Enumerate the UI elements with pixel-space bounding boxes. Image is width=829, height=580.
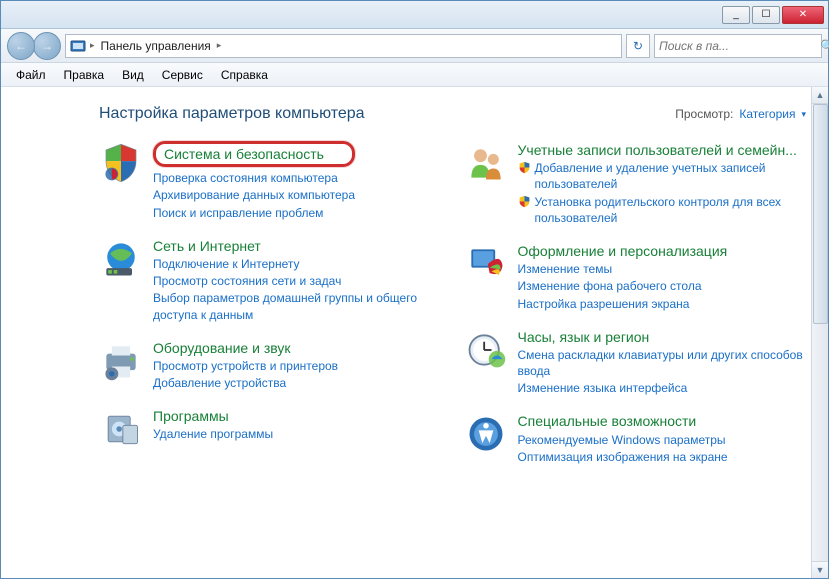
- heading-row: Настройка параметров компьютера Просмотр…: [99, 105, 806, 123]
- category-body: Учетные записи пользователей и семейн...…: [518, 141, 807, 226]
- category-body: Оформление и персонализация Изменение те…: [518, 242, 728, 312]
- category-title-link[interactable]: Программы: [153, 407, 273, 425]
- nav-buttons: ← →: [7, 32, 61, 60]
- control-panel-icon: [70, 38, 86, 54]
- category-accessibility: Специальные возможности Рекомендуемые Wi…: [464, 412, 807, 465]
- category-columns: Система и безопасность Проверка состояни…: [99, 141, 806, 465]
- category-title-link[interactable]: Специальные возможности: [518, 412, 728, 430]
- users-icon: [464, 141, 508, 185]
- category-body: Специальные возможности Рекомендуемые Wi…: [518, 412, 728, 465]
- task-link-text: Добавление и удаление учетных записей по…: [535, 160, 807, 192]
- refresh-button[interactable]: ↻: [626, 34, 650, 58]
- menu-view[interactable]: Вид: [113, 65, 153, 85]
- view-value[interactable]: Категория: [739, 107, 795, 121]
- category-hardware: Оборудование и звук Просмотр устройств и…: [99, 339, 442, 392]
- task-link[interactable]: Архивирование данных компьютера: [153, 187, 355, 203]
- category-title-link[interactable]: Часы, язык и регион: [518, 328, 807, 346]
- uac-shield-icon: [518, 195, 531, 208]
- shield-icon: [99, 141, 143, 185]
- task-link[interactable]: Добавление устройства: [153, 375, 338, 391]
- chevron-down-icon[interactable]: ▾: [801, 109, 806, 120]
- globe-icon: [99, 237, 143, 281]
- clock-icon: [464, 328, 508, 372]
- category-body: Система и безопасность Проверка состояни…: [153, 141, 355, 221]
- category-title-link[interactable]: Оформление и персонализация: [518, 242, 728, 260]
- menu-bar: Файл Правка Вид Сервис Справка: [1, 63, 828, 87]
- close-button[interactable]: ✕: [782, 6, 824, 24]
- category-clock: Часы, язык и регион Смена раскладки клав…: [464, 328, 807, 397]
- task-link-text: Установка родительского контроля для все…: [535, 194, 807, 226]
- menu-tools[interactable]: Сервис: [153, 65, 212, 85]
- vertical-scrollbar[interactable]: ▲ ▼: [811, 87, 828, 578]
- category-body: Оборудование и звук Просмотр устройств и…: [153, 339, 338, 392]
- menu-file[interactable]: Файл: [7, 65, 55, 85]
- search-box[interactable]: 🔍: [654, 34, 822, 58]
- task-link[interactable]: Рекомендуемые Windows параметры: [518, 432, 728, 448]
- breadcrumb-sep[interactable]: ▸: [217, 40, 222, 51]
- content-area: Настройка параметров компьютера Просмотр…: [1, 87, 828, 580]
- category-body: Часы, язык и регион Смена раскладки клав…: [518, 328, 807, 397]
- task-link[interactable]: Подключение к Интернету: [153, 256, 442, 272]
- titlebar: _ ☐ ✕: [1, 1, 828, 29]
- task-link[interactable]: Удаление программы: [153, 426, 273, 442]
- back-button[interactable]: ←: [7, 32, 35, 60]
- window-buttons: _ ☐ ✕: [722, 6, 824, 24]
- breadcrumb-sep: ▸: [90, 40, 95, 51]
- view-label: Просмотр:: [675, 107, 733, 121]
- maximize-button[interactable]: ☐: [752, 6, 780, 24]
- control-panel-window: _ ☐ ✕ ← → ▸ Панель управления ▸ ↻ 🔍 Файл…: [0, 0, 829, 579]
- task-link[interactable]: Просмотр устройств и принтеров: [153, 358, 338, 374]
- breadcrumb[interactable]: Панель управления: [99, 39, 213, 53]
- category-network: Сеть и Интернет Подключение к Интернету …: [99, 237, 442, 323]
- category-title-link[interactable]: Оборудование и звук: [153, 339, 338, 357]
- category-body: Сеть и Интернет Подключение к Интернету …: [153, 237, 442, 323]
- search-input[interactable]: [655, 39, 820, 53]
- task-link[interactable]: Смена раскладки клавиатуры или других сп…: [518, 347, 807, 379]
- search-icon[interactable]: 🔍: [820, 39, 829, 53]
- category-body: Программы Удаление программы: [153, 407, 273, 451]
- programs-icon: [99, 407, 143, 451]
- page-title: Настройка параметров компьютера: [99, 105, 365, 123]
- printer-icon: [99, 339, 143, 383]
- task-link[interactable]: Добавление и удаление учетных записей по…: [518, 160, 807, 192]
- scroll-thumb[interactable]: [813, 104, 828, 324]
- scroll-up-arrow[interactable]: ▲: [812, 87, 828, 104]
- task-link[interactable]: Настройка разрешения экрана: [518, 296, 728, 312]
- task-link[interactable]: Оптимизация изображения на экране: [518, 449, 728, 465]
- task-link[interactable]: Установка родительского контроля для все…: [518, 194, 807, 226]
- highlight-annotation: Система и безопасность: [153, 141, 355, 167]
- navigation-bar: ← → ▸ Панель управления ▸ ↻ 🔍: [1, 29, 828, 63]
- category-system-security: Система и безопасность Проверка состояни…: [99, 141, 442, 221]
- left-column: Система и безопасность Проверка состояни…: [99, 141, 442, 465]
- accessibility-icon: [464, 412, 508, 456]
- right-column: Учетные записи пользователей и семейн...…: [464, 141, 807, 465]
- category-title-link[interactable]: Сеть и Интернет: [153, 237, 442, 255]
- menu-edit[interactable]: Правка: [55, 65, 114, 85]
- task-link[interactable]: Изменение темы: [518, 261, 728, 277]
- task-link[interactable]: Просмотр состояния сети и задач: [153, 273, 442, 289]
- task-link[interactable]: Изменение фона рабочего стола: [518, 278, 728, 294]
- address-bar[interactable]: ▸ Панель управления ▸: [65, 34, 622, 58]
- minimize-button[interactable]: _: [722, 6, 750, 24]
- appearance-icon: [464, 242, 508, 286]
- category-users: Учетные записи пользователей и семейн...…: [464, 141, 807, 226]
- menu-help[interactable]: Справка: [212, 65, 277, 85]
- forward-button[interactable]: →: [33, 32, 61, 60]
- scroll-down-arrow[interactable]: ▼: [812, 561, 828, 578]
- task-link[interactable]: Выбор параметров домашней группы и общег…: [153, 290, 442, 322]
- task-link[interactable]: Проверка состояния компьютера: [153, 170, 355, 186]
- uac-shield-icon: [518, 161, 531, 174]
- category-title-link[interactable]: Учетные записи пользователей и семейн...: [518, 141, 807, 159]
- category-appearance: Оформление и персонализация Изменение те…: [464, 242, 807, 312]
- view-selector: Просмотр: Категория ▾: [675, 107, 806, 121]
- category-title-link[interactable]: Система и безопасность: [164, 146, 324, 162]
- task-link[interactable]: Поиск и исправление проблем: [153, 205, 355, 221]
- task-link[interactable]: Изменение языка интерфейса: [518, 380, 807, 396]
- category-programs: Программы Удаление программы: [99, 407, 442, 451]
